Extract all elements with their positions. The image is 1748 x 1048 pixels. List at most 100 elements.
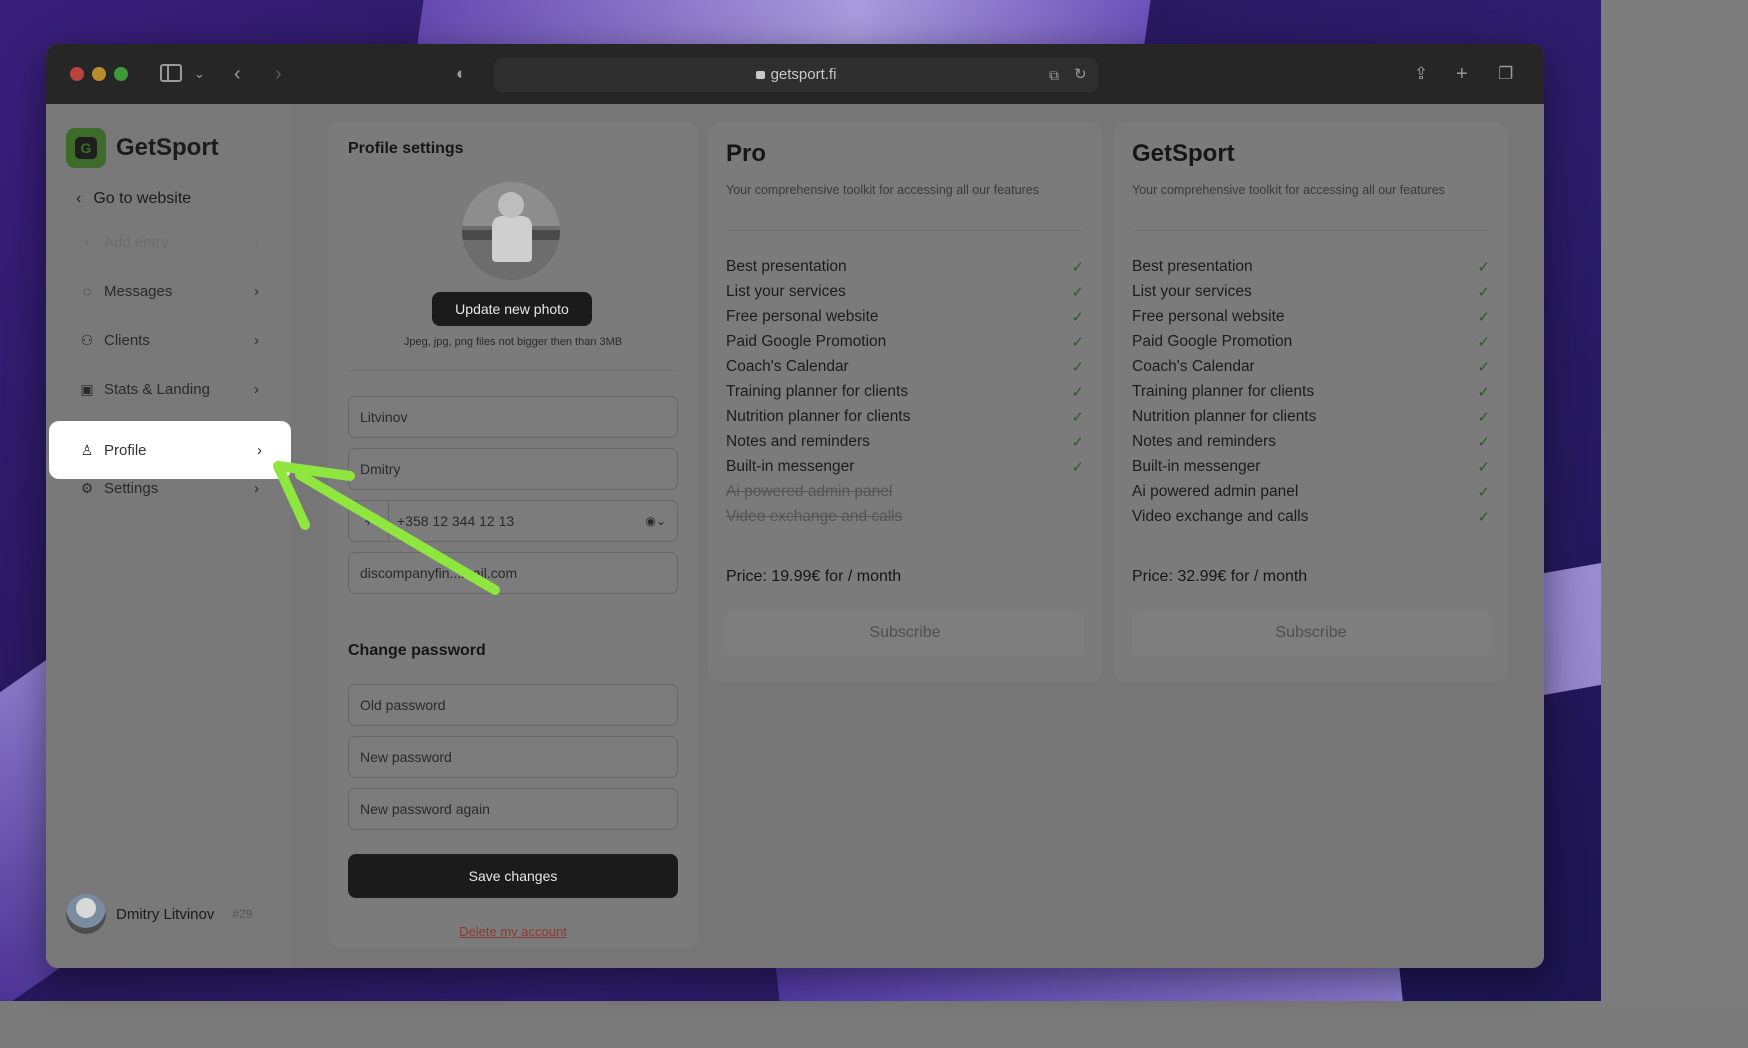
sidebar-item-settings[interactable]: ⚙ Settings › xyxy=(66,466,271,510)
sidebar-item-label: Clients xyxy=(104,331,150,349)
subscribe-button[interactable]: Subscribe xyxy=(726,610,1084,656)
check-icon: ✓ xyxy=(1477,483,1490,501)
browser-window: ⌄ ‹ › ◐ getsport.fi ⧉ ↻ ⇪ + ❐ G GetSport… xyxy=(46,44,1544,968)
user-id: #29 xyxy=(232,907,253,921)
check-icon: ✓ xyxy=(1477,458,1490,476)
back-icon[interactable]: ‹ xyxy=(234,60,241,88)
stats-icon: ▣ xyxy=(80,380,94,397)
profile-photo xyxy=(462,182,560,280)
save-changes-button[interactable]: Save changes xyxy=(348,854,678,898)
tabs-overview-icon[interactable]: ❐ xyxy=(1498,60,1513,88)
new-tab-icon[interactable]: + xyxy=(1456,60,1468,88)
phone-field[interactable]: + +358 12 344 12 13 ◉⌄ xyxy=(348,500,678,542)
chevron-down-icon[interactable]: ⌄ xyxy=(194,60,205,88)
divider xyxy=(1132,230,1490,231)
feature-item: Nutrition planner for clients ✓ xyxy=(726,407,1084,426)
sidebar-item-clients[interactable]: ⚇ Clients › xyxy=(66,318,271,362)
plan-title: GetSport xyxy=(1132,140,1235,167)
check-icon: ✓ xyxy=(1071,433,1084,451)
go-to-website-label: Go to website xyxy=(93,190,192,207)
zoom-window-button[interactable] xyxy=(114,67,128,81)
feature-item: Free personal website ✓ xyxy=(1132,307,1490,326)
feature-item: Built-in messenger ✓ xyxy=(726,457,1084,476)
profile-settings-title: Profile settings xyxy=(348,140,464,157)
feature-item: Best presentation ✓ xyxy=(1132,257,1490,276)
browser-toolbar: ⌄ ‹ › ◐ getsport.fi ⧉ ↻ ⇪ + ❐ xyxy=(46,44,1544,104)
old-password-field[interactable]: Old password xyxy=(348,684,678,726)
sidebar-item-label: Add entry xyxy=(104,233,169,251)
forward-icon[interactable]: › xyxy=(275,60,282,88)
check-icon: ✓ xyxy=(1477,333,1490,351)
photo-hint: Jpeg, jpg, png files not bigger then tha… xyxy=(403,336,623,348)
brand-logo[interactable]: G GetSport xyxy=(66,128,219,168)
feature-item-unavailable: Video exchange and calls xyxy=(726,507,903,525)
feature-item-unavailable: Ai powered admin panel xyxy=(726,482,893,500)
check-icon: ✓ xyxy=(1071,383,1084,401)
check-icon: ✓ xyxy=(1477,408,1490,426)
screen-margin-bottom xyxy=(0,1001,1748,1048)
feature-item: Ai powered admin panel ✓ xyxy=(1132,482,1490,501)
app-content: G GetSport ‹ Go to website + Add entry ›… xyxy=(46,104,1544,968)
check-icon: ✓ xyxy=(1477,508,1490,526)
go-to-website-link[interactable]: ‹ Go to website xyxy=(76,190,191,208)
close-window-button[interactable] xyxy=(70,67,84,81)
sidebar-item-label: Settings xyxy=(104,479,159,497)
plan-card-getsport: GetSport Your comprehensive toolkit for … xyxy=(1114,122,1508,682)
sidebar-item-label: Messages xyxy=(104,282,173,300)
translate-icon[interactable]: ⧉ xyxy=(1049,61,1059,89)
plan-card-pro: Pro Your comprehensive toolkit for acces… xyxy=(708,122,1102,682)
chat-icon: ◌ xyxy=(82,283,92,299)
phone-value: +358 12 344 12 13 xyxy=(397,513,515,529)
contact-selector-icon[interactable]: ◉⌄ xyxy=(645,514,666,528)
last-name-field[interactable]: Litvinov xyxy=(348,396,678,438)
delete-account-link[interactable]: Delete my account xyxy=(328,924,698,939)
sidebar-toggle-icon[interactable] xyxy=(160,64,182,82)
plan-title: Pro xyxy=(726,140,767,167)
minimize-window-button[interactable] xyxy=(92,67,106,81)
feature-item: Built-in messenger ✓ xyxy=(1132,457,1490,476)
screen-margin xyxy=(1601,0,1748,1001)
feature-item: Paid Google Promotion ✓ xyxy=(1132,332,1490,351)
check-icon: ✓ xyxy=(1071,333,1084,351)
check-icon: ✓ xyxy=(1071,408,1084,426)
brand-name: GetSport xyxy=(116,134,219,161)
feature-item: List your services ✓ xyxy=(1132,282,1490,301)
update-photo-button[interactable]: Update new photo xyxy=(432,292,592,326)
plan-description: Your comprehensive toolkit for accessing… xyxy=(726,183,1039,197)
reload-icon[interactable]: ↻ xyxy=(1074,61,1087,89)
check-icon: ✓ xyxy=(1477,383,1490,401)
feature-list: Best presentation ✓ List your services ✓ F… xyxy=(1132,254,1490,529)
address-bar[interactable]: getsport.fi ⧉ ↻ xyxy=(494,58,1098,92)
sidebar-item-label: Stats & Landing xyxy=(104,380,210,398)
country-flag-icon[interactable]: + xyxy=(349,501,389,541)
check-icon: ✓ xyxy=(1071,358,1084,376)
check-icon: ✓ xyxy=(1477,258,1490,276)
check-icon: ✓ xyxy=(1071,283,1084,301)
new-password-field[interactable]: New password xyxy=(348,736,678,778)
feature-item: Coach's Calendar ✓ xyxy=(726,357,1084,376)
divider xyxy=(348,370,678,371)
chevron-right-icon: › xyxy=(254,233,259,251)
shield-icon[interactable]: ◐ xyxy=(456,60,466,88)
feature-item: Nutrition planner for clients ✓ xyxy=(1132,407,1490,426)
feature-item: Coach's Calendar ✓ xyxy=(1132,357,1490,376)
plan-description: Your comprehensive toolkit for accessing… xyxy=(1132,183,1445,197)
new-password-again-field[interactable]: New password again xyxy=(348,788,678,830)
profile-settings-card: Profile settings Update new photo Jpeg, … xyxy=(328,122,698,948)
sidebar: G GetSport ‹ Go to website + Add entry ›… xyxy=(46,104,291,968)
email-field[interactable]: discompanyfin...mail.com xyxy=(348,552,678,594)
check-icon: ✓ xyxy=(1071,258,1084,276)
user-icon: ♙ xyxy=(80,441,94,458)
chevron-right-icon: › xyxy=(254,380,259,398)
subscribe-button[interactable]: Subscribe xyxy=(1132,610,1490,656)
feature-item: Paid Google Promotion ✓ xyxy=(726,332,1084,351)
feature-item: Free personal website ✓ xyxy=(726,307,1084,326)
sidebar-item-stats-landing[interactable]: ▣ Stats & Landing › xyxy=(66,367,271,411)
plus-icon: + xyxy=(82,234,92,250)
sidebar-item-messages[interactable]: ◌ Messages › xyxy=(66,269,271,313)
sidebar-item-add-entry[interactable]: + Add entry › xyxy=(66,220,271,264)
first-name-field[interactable]: Dmitry xyxy=(348,448,678,490)
current-user[interactable]: Dmitry Litvinov #29 xyxy=(66,894,252,934)
getsport-logo-icon: G xyxy=(66,128,106,168)
share-icon[interactable]: ⇪ xyxy=(1414,60,1428,88)
